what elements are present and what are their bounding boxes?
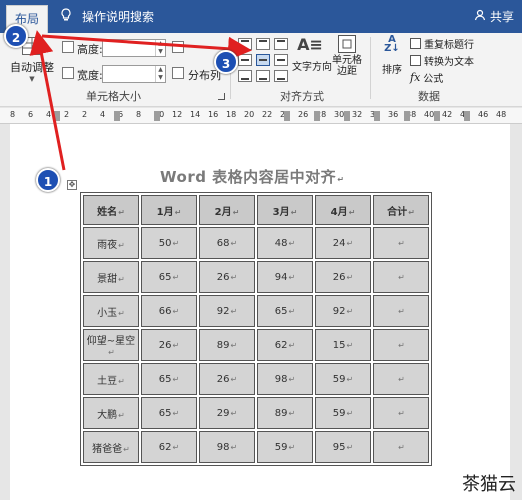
arrow-1	[29, 30, 66, 171]
annotation-arrows	[29, 30, 252, 171]
watermark: 茶猫云	[462, 474, 516, 495]
step-badge-2: 2	[4, 24, 28, 48]
arrow-2	[41, 34, 252, 61]
step-badge-3: 3	[214, 50, 238, 74]
step-badge-1: 1	[36, 168, 60, 192]
